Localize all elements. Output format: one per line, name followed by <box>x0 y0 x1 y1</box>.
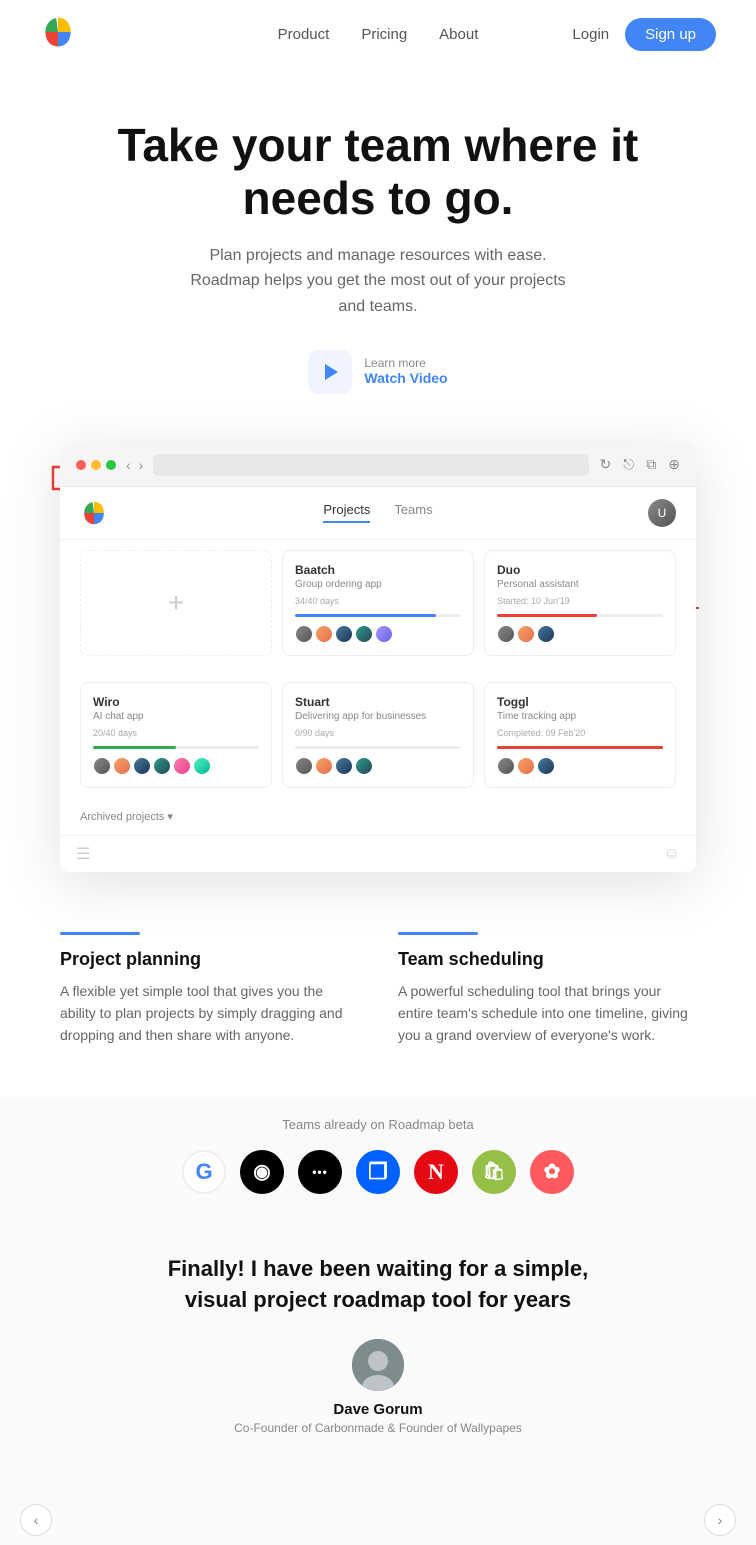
add-project-card[interactable]: + <box>80 550 272 656</box>
signup-button[interactable]: Sign up <box>625 18 716 51</box>
feature-line-2 <box>398 932 478 935</box>
testimonial-avatar <box>352 1339 404 1391</box>
project-card-wiro[interactable]: Wiro AI chat app 20/40 days <box>80 682 272 788</box>
browser-forward[interactable]: › <box>139 457 144 473</box>
browser-dot-close[interactable] <box>76 460 86 470</box>
hero-subtext: Plan projects and manage resources with … <box>188 243 568 320</box>
project-card-baatch[interactable]: Baatch Group ordering app 34/40 days <box>282 550 474 656</box>
wiro-avatars <box>93 757 259 775</box>
nav-pricing[interactable]: Pricing <box>361 26 407 43</box>
teams-label: Teams already on Roadmap beta <box>40 1117 716 1132</box>
nav-actions: Login Sign up <box>572 18 716 51</box>
testimonial-nav: ‹ › <box>0 1495 756 1545</box>
projects-grid-row2: Wiro AI chat app 20/40 days <box>60 672 696 804</box>
browser-toolbar-icons: ↻ ⎋ ⧉ ⊕ <box>599 456 680 473</box>
testimonial-role: Co-Founder of Carbonmade & Founder of Wa… <box>100 1421 656 1435</box>
project-card-toggl[interactable]: Toggl Time tracking app Completed: 09 Fe… <box>484 682 676 788</box>
browser-dot-fullscreen[interactable] <box>106 460 116 470</box>
hero-heading: Take your team where it needs to go. <box>40 119 716 225</box>
user-avatar[interactable]: U <box>648 499 676 527</box>
feature-team-scheduling: Team scheduling A powerful scheduling to… <box>398 932 696 1047</box>
archived-projects[interactable]: Archived projects ▾ <box>60 804 696 835</box>
logo-medium: ••• <box>298 1150 342 1194</box>
logo-shopify: 🛍 <box>472 1150 516 1194</box>
tab-teams[interactable]: Teams <box>394 502 432 523</box>
teams-section: Teams already on Roadmap beta G ◉ ••• ❐ … <box>0 1097 756 1496</box>
browser-share-icon[interactable]: ⎋ <box>623 456 634 473</box>
nav-links: Product Pricing About <box>278 26 479 43</box>
logo[interactable] <box>40 14 76 55</box>
testimonial-name: Dave Gorum <box>100 1401 656 1418</box>
feature-desc-1: A flexible yet simple tool that gives yo… <box>60 980 358 1047</box>
prev-testimonial-button[interactable]: ‹ <box>20 1504 52 1536</box>
logo-airbnb: ✿ <box>530 1150 574 1194</box>
logo-dropbox: ❐ <box>356 1150 400 1194</box>
stuart-avatars <box>295 757 461 775</box>
navigation: Product Pricing About Login Sign up <box>0 0 756 69</box>
next-testimonial-button[interactable]: › <box>704 1504 736 1536</box>
browser-footer: ☰ ☺ <box>60 835 696 872</box>
app-content: Projects Teams U + Baatch Group ordering… <box>60 487 696 872</box>
projects-grid-row1: + Baatch Group ordering app 34/40 days <box>60 540 696 672</box>
company-logos: G ◉ ••• ❐ N 🛍 ✿ <box>40 1150 716 1194</box>
browser-back[interactable]: ‹ <box>126 457 131 473</box>
feature-title-2: Team scheduling <box>398 949 696 970</box>
testimonial-section: Finally! I have been waiting for a simpl… <box>40 1244 716 1456</box>
browser-dots <box>76 460 116 470</box>
browser-nav-buttons: ‹ › <box>126 457 143 473</box>
hamburger-icon[interactable]: ☰ <box>76 844 90 864</box>
feature-line-1 <box>60 932 140 935</box>
app-tabs: Projects Teams <box>323 502 432 523</box>
feature-project-planning: Project planning A flexible yet simple t… <box>60 932 358 1047</box>
browser-chrome-bar: ‹ › ↻ ⎋ ⧉ ⊕ <box>60 444 696 487</box>
duo-avatars <box>497 625 663 643</box>
browser-tabs-icon[interactable]: ⧉ <box>646 456 656 473</box>
logo-netflix: N <box>414 1150 458 1194</box>
project-card-stuart[interactable]: Stuart Delivering app for businesses 0/9… <box>282 682 474 788</box>
nav-product[interactable]: Product <box>278 26 330 43</box>
features-section: Project planning A flexible yet simple t… <box>0 912 756 1097</box>
toggl-avatars <box>497 757 663 775</box>
browser-window: ‹ › ↻ ⎋ ⧉ ⊕ Projects <box>60 444 696 872</box>
watch-video-cta[interactable]: Learn more Watch Video <box>308 350 447 394</box>
smiley-icon[interactable]: ☺ <box>664 845 680 863</box>
nav-about[interactable]: About <box>439 26 478 43</box>
play-button[interactable] <box>308 350 352 394</box>
logo-google: G <box>182 1150 226 1194</box>
app-header: Projects Teams U <box>60 487 696 540</box>
browser-dot-minimize[interactable] <box>91 460 101 470</box>
logo-adidas: ◉ <box>240 1150 284 1194</box>
browser-menu-icon[interactable]: ⊕ <box>668 456 680 473</box>
hero-section: Take your team where it needs to go. Pla… <box>0 69 756 424</box>
browser-url-bar[interactable] <box>153 454 589 476</box>
feature-title-1: Project planning <box>60 949 358 970</box>
project-card-duo[interactable]: Duo Personal assistant Started: 10 Jun'1… <box>484 550 676 656</box>
feature-desc-2: A powerful scheduling tool that brings y… <box>398 980 696 1047</box>
login-link[interactable]: Login <box>572 26 609 43</box>
watch-video-text: Learn more Watch Video <box>364 356 447 388</box>
tab-projects[interactable]: Projects <box>323 502 370 523</box>
browser-section: ‹ › ↻ ⎋ ⧉ ⊕ Projects <box>60 444 696 872</box>
browser-refresh-icon[interactable]: ↻ <box>599 456 611 473</box>
baatch-avatars <box>295 625 461 643</box>
testimonial-quote: Finally! I have been waiting for a simpl… <box>158 1254 598 1316</box>
